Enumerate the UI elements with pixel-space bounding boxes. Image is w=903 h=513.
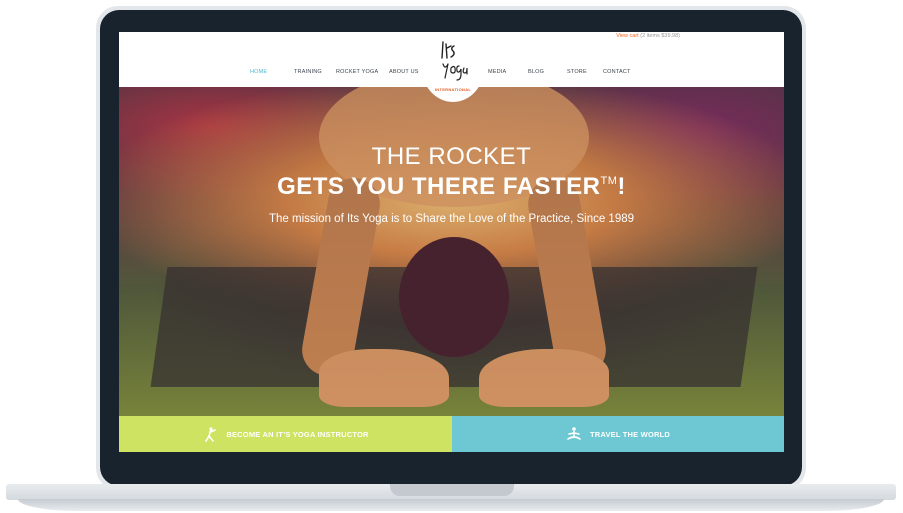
nav-home[interactable]: HOME <box>250 69 267 75</box>
nav-store[interactable]: STORE <box>567 69 587 75</box>
hero-headline-2-text: GETS YOU THERE FASTER <box>277 173 601 200</box>
travel-the-world-button[interactable]: TRAVEL THE WORLD <box>452 416 784 452</box>
nav-media[interactable]: MEDIA <box>488 69 506 75</box>
nav-training[interactable]: TRAINING <box>294 69 322 75</box>
cart-detail: (2 items $39.98) <box>640 33 680 39</box>
website-screen: View cart (2 items $39.98) HOME TRAINING… <box>119 32 784 452</box>
nav-rocket-yoga[interactable]: ROCKET YOGA <box>336 69 378 75</box>
view-cart-link[interactable]: View cart <box>616 33 639 39</box>
laptop-notch <box>390 484 514 496</box>
meditation-icon <box>567 427 581 440</box>
hero-banner: THE ROCKET GETS YOU THERE FASTERTM! The … <box>119 87 784 416</box>
nav-contact[interactable]: CONTACT <box>603 69 631 75</box>
cart-summary: View cart (2 items $39.98) <box>616 33 680 39</box>
nav-about-us[interactable]: ABOUT US <box>389 69 419 75</box>
laptop-base-shadow <box>18 499 884 511</box>
nav-blog[interactable]: BLOG <box>528 69 544 75</box>
trademark-mark: TM <box>600 175 618 187</box>
become-instructor-button[interactable]: BECOME AN IT’S YOGA INSTRUCTOR <box>119 416 452 452</box>
yoga-pose-icon <box>205 427 217 442</box>
hero-headline-1: THE ROCKET <box>371 143 532 170</box>
hero-tint <box>119 87 784 416</box>
hero-headline-excl: ! <box>617 173 626 200</box>
travel-the-world-label: TRAVEL THE WORLD <box>589 429 670 439</box>
hero-subtitle: The mission of Its Yoga is to Share the … <box>268 213 635 225</box>
logo-subtitle: INTERNATIONAL <box>434 87 472 92</box>
hero-headline-2: GETS YOU THERE FASTERTM! <box>119 173 784 201</box>
become-instructor-label: BECOME AN IT’S YOGA INSTRUCTOR <box>226 429 369 439</box>
its-yoga-logo <box>441 41 468 81</box>
